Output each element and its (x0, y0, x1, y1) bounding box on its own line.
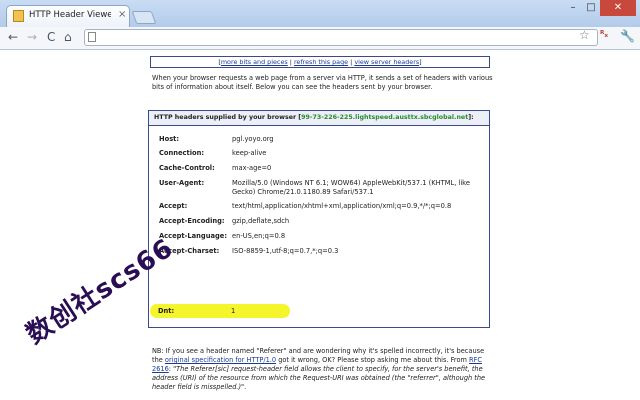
wrench-menu-icon[interactable]: 🔧 (620, 29, 635, 43)
header-value: ISO-8859-1,utf-8;q=0.7,*;q=0.3 (232, 247, 339, 255)
address-bar[interactable] (84, 29, 598, 46)
header-name: Connection: (159, 149, 205, 157)
header-value: en-US,en;q=0.8 (232, 232, 286, 240)
header-name: Dnt: (158, 307, 175, 315)
header-name: Accept-Encoding: (159, 217, 225, 225)
reload-button[interactable]: C (47, 29, 55, 46)
referer-note: NB: If you see a header named "Referer" … (152, 347, 494, 392)
view-server-headers-link[interactable]: view server headers (354, 58, 419, 66)
window-controls: – □ ✕ (564, 0, 636, 16)
header-name: Accept-Language: (159, 232, 227, 240)
header-value: gzip,deflate,sdch (232, 217, 290, 225)
header-value: text/html,application/xhtml+xml,applicat… (232, 202, 452, 210)
new-tab-button[interactable] (131, 11, 157, 24)
page-content: [more bits and pieces | refresh this pag… (0, 50, 640, 400)
headers-panel: HTTP headers supplied by your browser [9… (148, 110, 490, 328)
panel-title: HTTP headers supplied by your browser [ (154, 114, 302, 121)
minimize-button[interactable]: – (564, 0, 582, 16)
close-window-button[interactable]: ✕ (600, 0, 636, 16)
tab-title: HTTP Header Viewer: list b (29, 10, 111, 20)
header-value: 1 (231, 307, 236, 315)
tab-close-icon[interactable]: × (118, 9, 126, 21)
page-favicon-icon (13, 10, 24, 22)
rfc-quote: "The Referer[sic] request-header field a… (152, 365, 486, 391)
browser-title-bar: HTTP Header Viewer: list b × – □ ✕ (0, 0, 640, 27)
nav-links-box: [more bits and pieces | refresh this pag… (150, 56, 490, 68)
header-value: Mozilla/5.0 (Windows NT 6.1; WOW64) Appl… (232, 179, 470, 196)
more-bits-link[interactable]: more bits and pieces (221, 58, 288, 66)
header-value: keep-alive (232, 149, 267, 157)
client-hostname: 99-73-226-225.lightspeed.austtx.sbcgloba… (301, 114, 469, 121)
header-name: Host: (159, 135, 180, 143)
back-button[interactable]: ← (8, 29, 18, 46)
http10-spec-link[interactable]: original specification for HTTP/1.0 (165, 356, 276, 364)
browser-tab[interactable]: HTTP Header Viewer: list b × (6, 5, 130, 27)
header-name: User-Agent: (159, 179, 205, 187)
page-icon (88, 32, 96, 42)
header-value: max-age=0 (232, 164, 272, 172)
bookmark-star-icon[interactable]: ☆ (579, 28, 590, 42)
note-text: . (244, 383, 247, 391)
home-button[interactable]: ⌂ (64, 29, 72, 46)
intro-text: When your browser requests a web page fr… (152, 74, 493, 91)
note-text: got it wrong, OK? Please stop asking me … (276, 356, 470, 364)
forward-button[interactable]: → (27, 29, 37, 46)
header-name: Cache-Control: (159, 164, 215, 172)
header-name: Accept: (159, 202, 188, 210)
header-value: pgl.yoyo.org (232, 135, 274, 143)
bracket-close: ] (419, 58, 422, 66)
maximize-button[interactable]: □ (582, 0, 600, 16)
panel-title-end: ]: (468, 114, 474, 121)
refresh-link[interactable]: refresh this page (294, 58, 348, 66)
extension-icon[interactable]: ᴿₓ (600, 30, 608, 40)
panel-header: HTTP headers supplied by your browser [9… (149, 111, 489, 126)
browser-toolbar: ← → C ⌂ ☆ ᴿₓ 🔧 (0, 27, 640, 50)
